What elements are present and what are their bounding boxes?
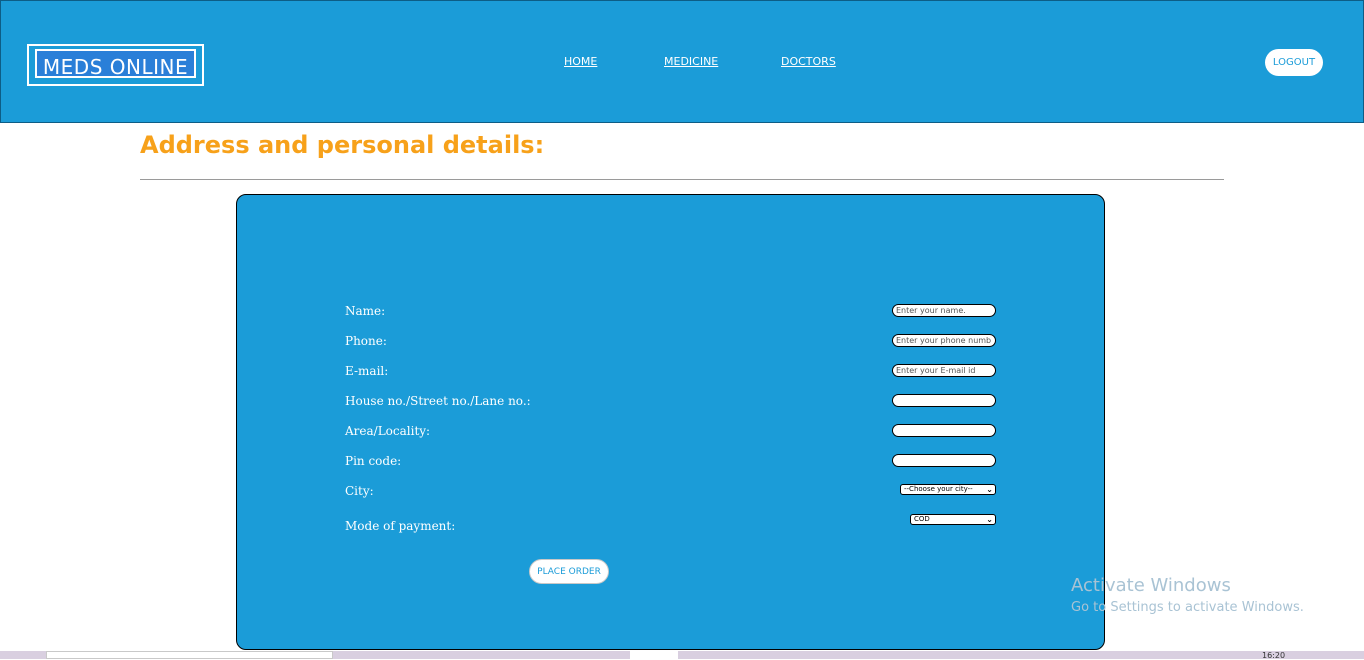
chevron-down-icon: ⌄ — [986, 485, 993, 494]
email-input[interactable]: Enter your E-mail id — [892, 364, 996, 377]
taskbar-item[interactable] — [630, 651, 678, 659]
phone-label: Phone: — [345, 334, 387, 348]
city-label: City: — [345, 484, 374, 498]
area-label: Area/Locality: — [345, 424, 431, 438]
area-input[interactable] — [892, 424, 996, 437]
pincode-label: Pin code: — [345, 454, 402, 468]
city-select-value: --Choose your city-- — [904, 485, 973, 493]
nav-home-link[interactable]: HOME — [564, 55, 597, 68]
pincode-input[interactable] — [892, 454, 996, 467]
payment-select[interactable]: COD ⌄ — [910, 514, 996, 525]
name-input[interactable]: Enter your name. — [892, 304, 996, 317]
house-label: House no./Street no./Lane no.: — [345, 394, 531, 408]
chevron-down-icon: ⌄ — [986, 515, 993, 524]
activate-windows-title: Activate Windows — [1071, 575, 1231, 596]
house-input[interactable] — [892, 394, 996, 407]
payment-select-value: COD — [914, 515, 930, 523]
taskbar-item[interactable] — [46, 651, 333, 659]
order-form-panel — [236, 194, 1105, 650]
page-title: Address and personal details: — [140, 131, 545, 159]
activate-windows-subtitle: Go to Settings to activate Windows. — [1071, 600, 1304, 615]
title-divider — [140, 179, 1224, 180]
logo-box: MEDS ONLINE — [35, 49, 196, 79]
logo-text: MEDS ONLINE — [42, 55, 189, 79]
phone-input[interactable]: Enter your phone numb — [892, 334, 996, 347]
nav-doctors-link[interactable]: DOCTORS — [781, 55, 836, 68]
site-header: MEDS ONLINE HOME MEDICINE DOCTORS LOGOUT — [0, 0, 1364, 123]
place-order-button[interactable]: PLACE ORDER — [529, 559, 609, 584]
nav-medicine-link[interactable]: MEDICINE — [664, 55, 718, 68]
email-label: E-mail: — [345, 364, 389, 378]
logout-button[interactable]: LOGOUT — [1265, 49, 1323, 76]
payment-label: Mode of payment: — [345, 519, 456, 533]
site-logo[interactable]: MEDS ONLINE — [27, 44, 204, 86]
name-label: Name: — [345, 304, 386, 318]
city-select[interactable]: --Choose your city-- ⌄ — [900, 484, 996, 495]
